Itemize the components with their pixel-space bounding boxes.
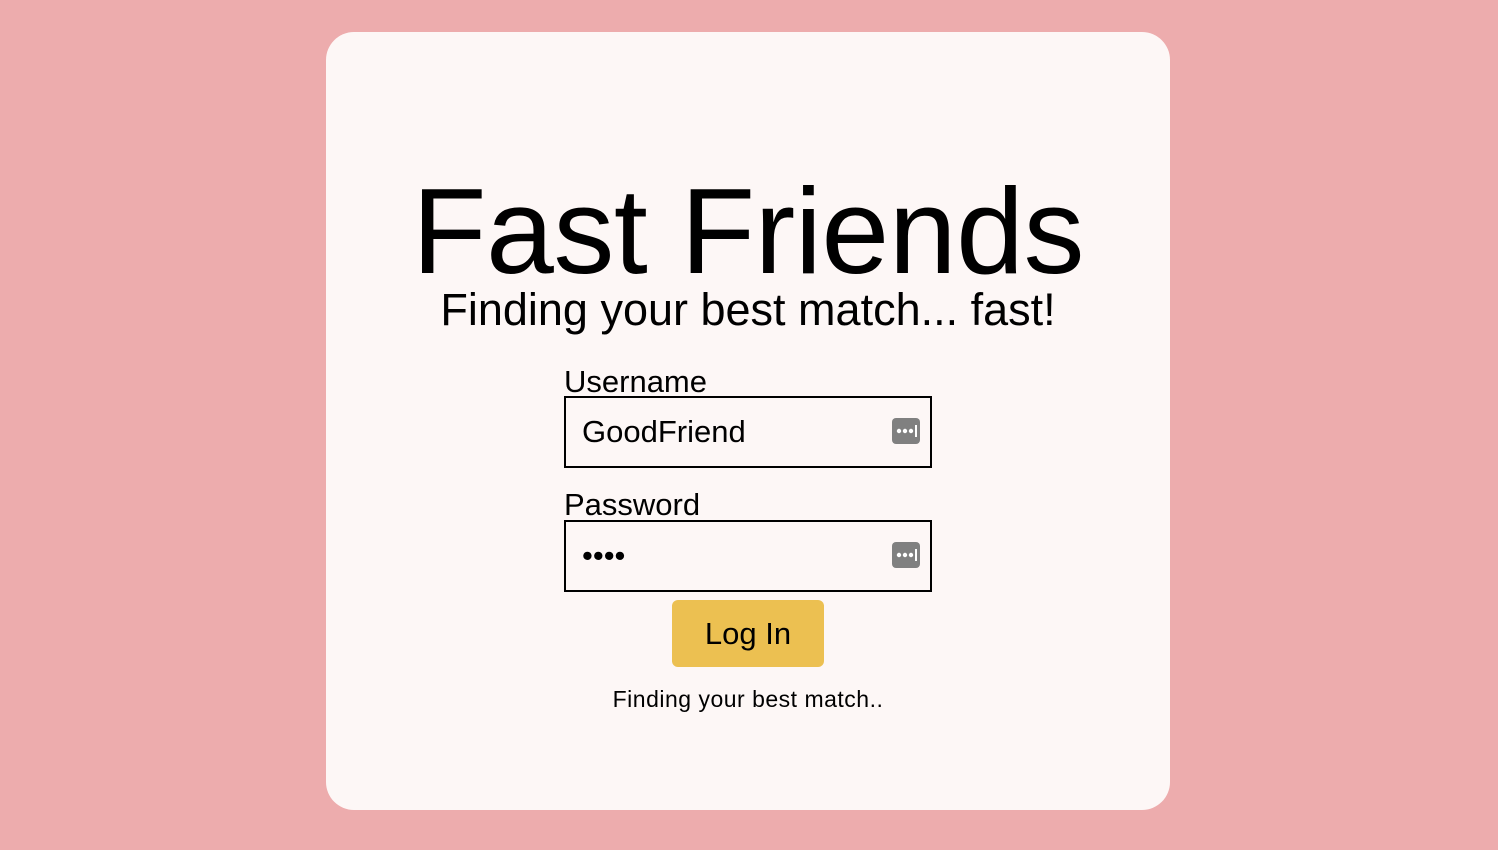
autofill-key-icon[interactable]: [892, 418, 920, 444]
status-message: Finding your best match..: [612, 686, 884, 712]
autofill-key-icon[interactable]: [892, 542, 920, 568]
username-field[interactable]: [564, 396, 932, 468]
password-input[interactable]: [582, 522, 882, 590]
username-label: Username: [564, 364, 707, 399]
login-card: Fast Friends Finding your best match... …: [326, 32, 1170, 810]
password-label: Password: [564, 487, 701, 522]
password-field[interactable]: [564, 520, 932, 592]
username-input[interactable]: [582, 398, 882, 466]
tagline: Finding your best match... fast!: [440, 284, 1056, 335]
app-title: Fast Friends: [412, 163, 1084, 299]
login-button[interactable]: Log In: [672, 600, 824, 667]
